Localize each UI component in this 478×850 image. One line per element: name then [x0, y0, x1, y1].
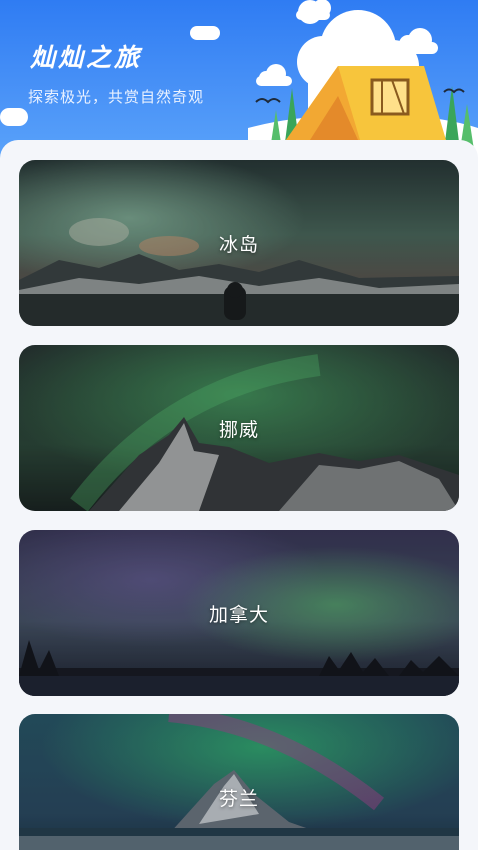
app-subtitle: 探索极光，共赏自然奇观 [28, 88, 205, 106]
destination-card-canada[interactable]: 加拿大 [19, 530, 459, 696]
cloud-icon [296, 0, 331, 24]
app-header: 灿灿之旅 探索极光，共赏自然奇观 [0, 0, 478, 160]
destination-name: 加拿大 [208, 603, 269, 626]
destination-name: 冰岛 [218, 233, 259, 256]
bird-icon [443, 88, 465, 94]
cloud-icon [398, 28, 438, 54]
destination-name: 芬兰 [218, 787, 259, 810]
app-title: 灿灿之旅 [30, 43, 143, 72]
destination-card-finland[interactable]: 芬兰 [19, 714, 459, 850]
destination-name: 挪威 [218, 418, 259, 441]
cloud-icon [0, 108, 28, 126]
bird-icon [255, 98, 281, 104]
camping-illustration [248, 0, 478, 160]
cloud-icon [190, 26, 220, 40]
cloud-icon [256, 64, 292, 86]
destination-card-norway[interactable]: 挪威 [19, 345, 459, 511]
destination-card-iceland[interactable]: 冰岛 [19, 160, 459, 326]
